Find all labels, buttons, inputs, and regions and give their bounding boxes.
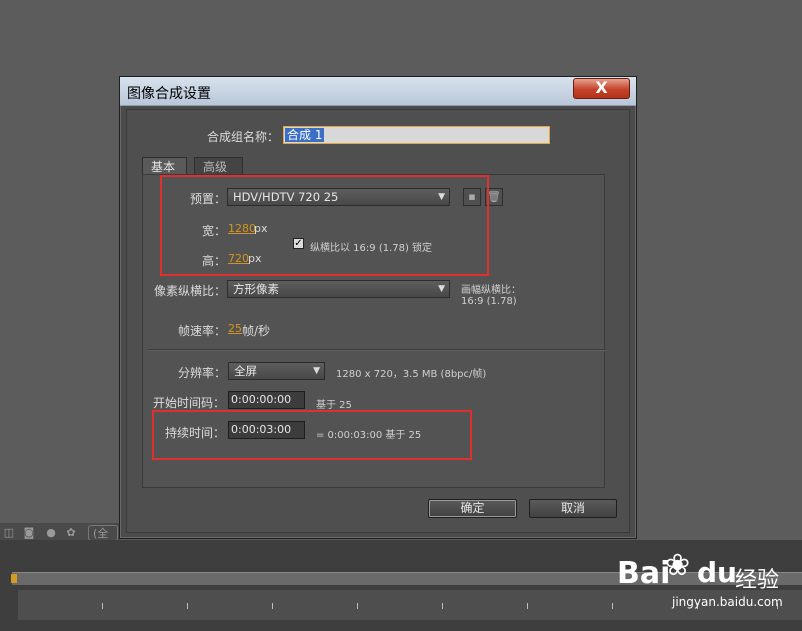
frame-aspect-value: 16:9 (1.78) <box>461 296 517 307</box>
highlight-box-duration <box>152 410 472 460</box>
start-timecode-input[interactable]: 0:00:00:00 <box>228 391 305 409</box>
close-button[interactable]: X <box>573 78 630 99</box>
camera-icon[interactable]: ◙ <box>22 526 36 540</box>
composition-settings-dialog: 图像合成设置 X 合成组名称： 合成 1 基本 高级 预置： HDV/HDTV … <box>119 76 637 539</box>
tab-advanced[interactable]: 高级 <box>194 157 243 175</box>
pixel-aspect-dropdown[interactable]: 方形像素 ▼ <box>227 280 450 298</box>
timeline-tick <box>527 603 528 609</box>
ok-button[interactable]: 确定 <box>428 499 517 518</box>
watermark-brand-du: du <box>697 556 737 589</box>
pixel-aspect-label: 像素纵横比： <box>154 284 227 298</box>
resolution-label: 分辨率： <box>178 366 227 380</box>
chevron-down-icon: ▼ <box>313 366 320 376</box>
resolution-value: 全屏 <box>234 364 257 378</box>
frame-aspect-label: 画幅纵横比： <box>461 285 521 296</box>
color-icon[interactable]: ✿ <box>64 526 78 540</box>
chevron-down-icon: ▼ <box>438 284 445 294</box>
timeline-tick <box>102 603 103 609</box>
frame-rate-label: 帧速率： <box>178 324 227 338</box>
highlight-box-dimensions <box>160 175 489 276</box>
pixel-aspect-value: 方形像素 <box>233 282 279 296</box>
watermark-brand: Bai <box>617 556 671 591</box>
playhead-handle[interactable] <box>11 574 17 583</box>
start-timecode-info: 基于 25 <box>316 400 352 411</box>
frame-rate-value[interactable]: 25 <box>228 322 242 335</box>
tab-basic[interactable]: 基本 <box>142 157 187 175</box>
person-icon[interactable]: ● <box>44 526 58 540</box>
timeline-tick <box>272 603 273 609</box>
frame-rate-unit: 帧/秒 <box>242 324 271 338</box>
trash-icon: 🗑 <box>487 190 501 203</box>
toolbar-resolution-button[interactable]: (全 <box>88 525 118 541</box>
comp-name-input[interactable]: 合成 1 <box>283 126 550 144</box>
dialog-titlebar[interactable]: 图像合成设置 X <box>120 77 636 106</box>
close-icon: X <box>595 78 608 97</box>
timeline-tick <box>187 603 188 609</box>
comp-name-label: 合成组名称： <box>207 130 280 144</box>
start-timecode-value: 0:00:00:00 <box>231 393 292 406</box>
timeline-tick <box>357 603 358 609</box>
resolution-dropdown[interactable]: 全屏 ▼ <box>228 362 325 380</box>
paw-icon: ❀ <box>665 548 691 583</box>
resolution-info: 1280 x 720，3.5 MB (8bpc/帧) <box>336 369 487 380</box>
section-divider <box>148 349 606 351</box>
toggle-icon[interactable]: ◫ <box>2 526 16 540</box>
timeline-tick <box>442 603 443 609</box>
timeline-tick <box>612 603 613 609</box>
cancel-button[interactable]: 取消 <box>529 499 617 518</box>
dialog-title: 图像合成设置 <box>127 86 211 102</box>
watermark-jingyan: 经验 <box>735 568 780 593</box>
watermark-url: jingyan.baidu.com <box>672 595 783 609</box>
start-timecode-label: 开始时间码： <box>153 396 226 410</box>
comp-name-value: 合成 1 <box>285 128 325 142</box>
